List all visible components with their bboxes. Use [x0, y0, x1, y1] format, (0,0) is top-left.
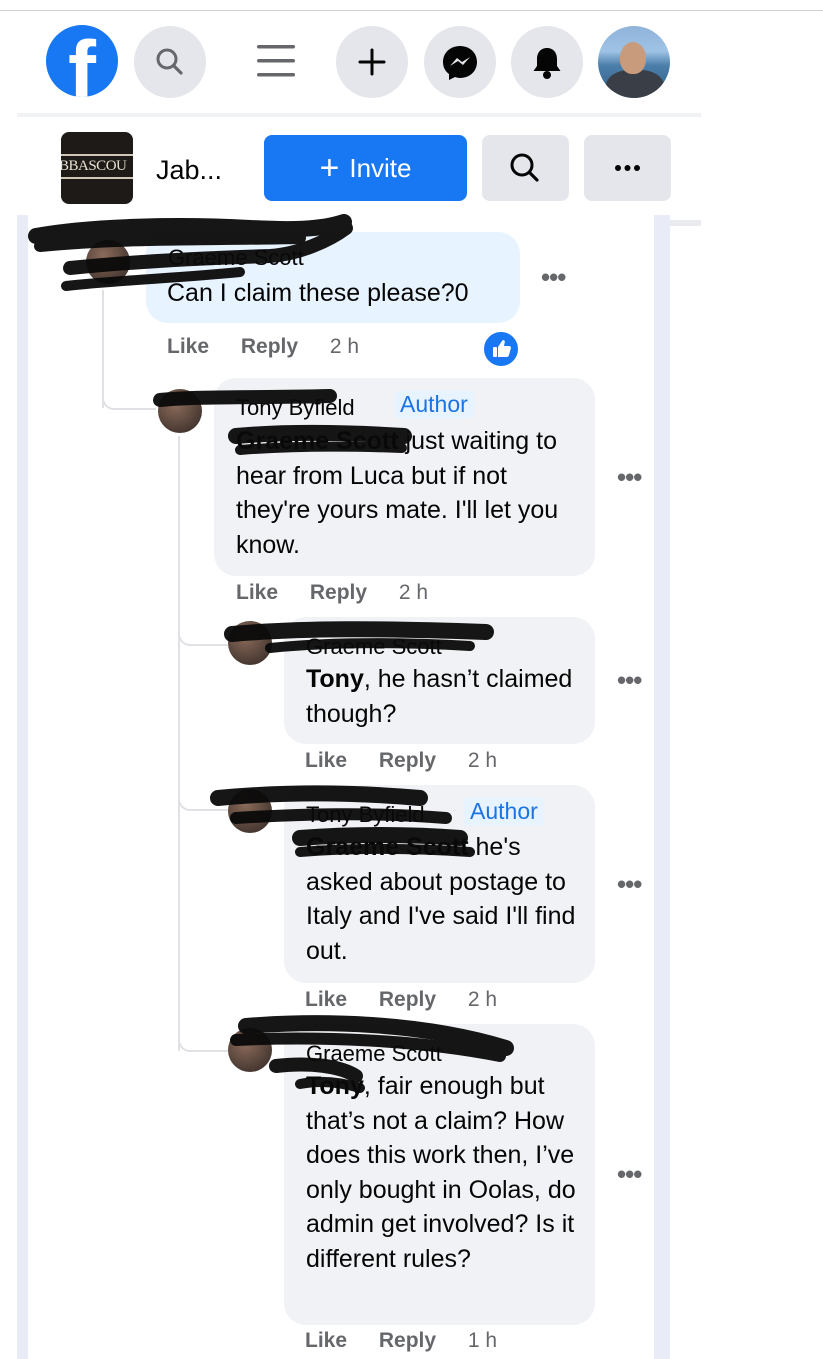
- comment-actions: Like Reply 2 h: [305, 749, 497, 773]
- author-badge: Author: [464, 798, 544, 825]
- comment-bubble: Graeme Scott Tony, fair enough but that’…: [284, 1024, 595, 1325]
- messenger-button[interactable]: [424, 26, 496, 98]
- thread-right-edge: [654, 215, 670, 1359]
- facebook-logo[interactable]: f: [46, 25, 118, 97]
- reply-link[interactable]: Reply: [379, 1329, 436, 1353]
- comment-more-icon[interactable]: •••: [541, 262, 566, 293]
- commenter-avatar[interactable]: [228, 1028, 272, 1072]
- like-link[interactable]: Like: [305, 749, 347, 773]
- group-header: BBASCOU Jab... + Invite: [17, 117, 701, 223]
- thread-elbow: [178, 620, 228, 646]
- commenter-avatar[interactable]: [86, 240, 130, 284]
- commenter-avatar[interactable]: [228, 789, 272, 833]
- notifications-button[interactable]: [511, 26, 583, 98]
- group-thumb-text: BBASCOU: [61, 158, 127, 174]
- group-search-button[interactable]: [482, 135, 569, 201]
- reply-link[interactable]: Reply: [379, 988, 436, 1012]
- thread-elbow: [102, 380, 156, 410]
- comment-actions: Like Reply 2 h: [236, 581, 428, 605]
- comment-more-icon[interactable]: •••: [617, 1159, 642, 1190]
- comment-text: Can I claim these please?0: [167, 279, 469, 307]
- plus-icon: +: [319, 149, 340, 187]
- comment-timestamp: 2 h: [467, 749, 498, 772]
- reaction-badge[interactable]: [482, 330, 520, 368]
- group-thumbnail[interactable]: BBASCOU: [61, 132, 133, 204]
- commenter-avatar[interactable]: [158, 389, 202, 433]
- like-link[interactable]: Like: [236, 581, 278, 605]
- thumb-line: [61, 154, 133, 156]
- thread-line: [178, 436, 180, 1051]
- facebook-logo-letter: f: [68, 25, 96, 97]
- bell-icon: [533, 48, 561, 79]
- comment-bubble: Tony Byfield Author Graeme Scott just wa…: [214, 378, 595, 576]
- comment-more-icon[interactable]: •••: [617, 665, 642, 696]
- thumbs-up-icon: [493, 340, 511, 357]
- comment-text: Graeme Scott he's asked about postage to…: [306, 830, 591, 968]
- comment-more-icon[interactable]: •••: [617, 869, 642, 900]
- comment-text: Tony, fair enough but that’s not a claim…: [306, 1069, 591, 1277]
- mention-link[interactable]: Tony: [306, 1072, 364, 1100]
- comment-author[interactable]: Graeme Scott: [306, 634, 442, 660]
- mention-link[interactable]: Graeme Scott: [306, 833, 469, 861]
- group-name[interactable]: Jab...: [156, 155, 222, 186]
- comment-author[interactable]: Graeme Scott: [168, 245, 304, 271]
- avatar-face-shape: [620, 42, 646, 74]
- thread-elbow: [178, 785, 228, 811]
- like-link[interactable]: Like: [167, 335, 209, 359]
- avatar-body-shape: [606, 70, 664, 98]
- comment-actions: Like Reply 2 h: [305, 988, 497, 1012]
- comment-actions: Like Reply 1 h: [305, 1329, 497, 1353]
- comment-timestamp: 2 h: [398, 581, 429, 604]
- comment-bubble: Graeme Scott Can I claim these please?0: [146, 232, 520, 323]
- app-bar: f: [17, 11, 701, 113]
- messenger-icon: [443, 46, 477, 80]
- thread-elbow: [178, 1026, 228, 1052]
- comment-text: Graeme Scott just waiting to hear from L…: [236, 424, 586, 562]
- comment-more-icon[interactable]: •••: [617, 462, 642, 493]
- invite-button[interactable]: + Invite: [264, 135, 467, 201]
- profile-avatar[interactable]: [598, 26, 670, 98]
- comment-author[interactable]: Graeme Scott: [306, 1041, 442, 1067]
- comment-body: , fair enough but that’s not a claim? Ho…: [306, 1072, 576, 1273]
- mention-link[interactable]: Tony: [306, 665, 364, 693]
- comment-timestamp: 2 h: [467, 988, 498, 1011]
- invite-label: Invite: [349, 152, 412, 183]
- like-link[interactable]: Like: [305, 988, 347, 1012]
- like-link[interactable]: Like: [305, 1329, 347, 1353]
- menu-icon[interactable]: [257, 41, 295, 81]
- comment-timestamp: 1 h: [467, 1329, 498, 1352]
- author-badge: Author: [394, 391, 474, 418]
- comment-author[interactable]: Tony Byfield: [306, 802, 425, 828]
- comment-author[interactable]: Tony Byfield: [236, 395, 355, 421]
- mention-link[interactable]: Graeme Scott: [236, 427, 399, 455]
- comment-timestamp: 2 h: [329, 335, 360, 358]
- group-more-button[interactable]: [584, 135, 671, 201]
- search-button[interactable]: [134, 26, 206, 98]
- search-icon: [156, 48, 183, 75]
- reply-link[interactable]: Reply: [310, 581, 367, 605]
- more-icon: [615, 165, 640, 171]
- reply-link[interactable]: Reply: [379, 749, 436, 773]
- thumb-line: [61, 177, 133, 179]
- plus-icon: [358, 48, 386, 76]
- reply-link[interactable]: Reply: [241, 335, 298, 359]
- comment-bubble: Tony Byfield Author Graeme Scott he's as…: [284, 785, 595, 983]
- comment-text: Tony, he hasn’t claimed though?: [306, 662, 591, 731]
- comment-actions: Like Reply 2 h: [167, 335, 359, 359]
- comment-bubble: Graeme Scott Tony, he hasn’t claimed tho…: [284, 617, 595, 744]
- thread-left-edge: [17, 215, 28, 1359]
- commenter-avatar[interactable]: [228, 621, 272, 665]
- search-icon: [510, 153, 539, 182]
- create-button[interactable]: [336, 26, 408, 98]
